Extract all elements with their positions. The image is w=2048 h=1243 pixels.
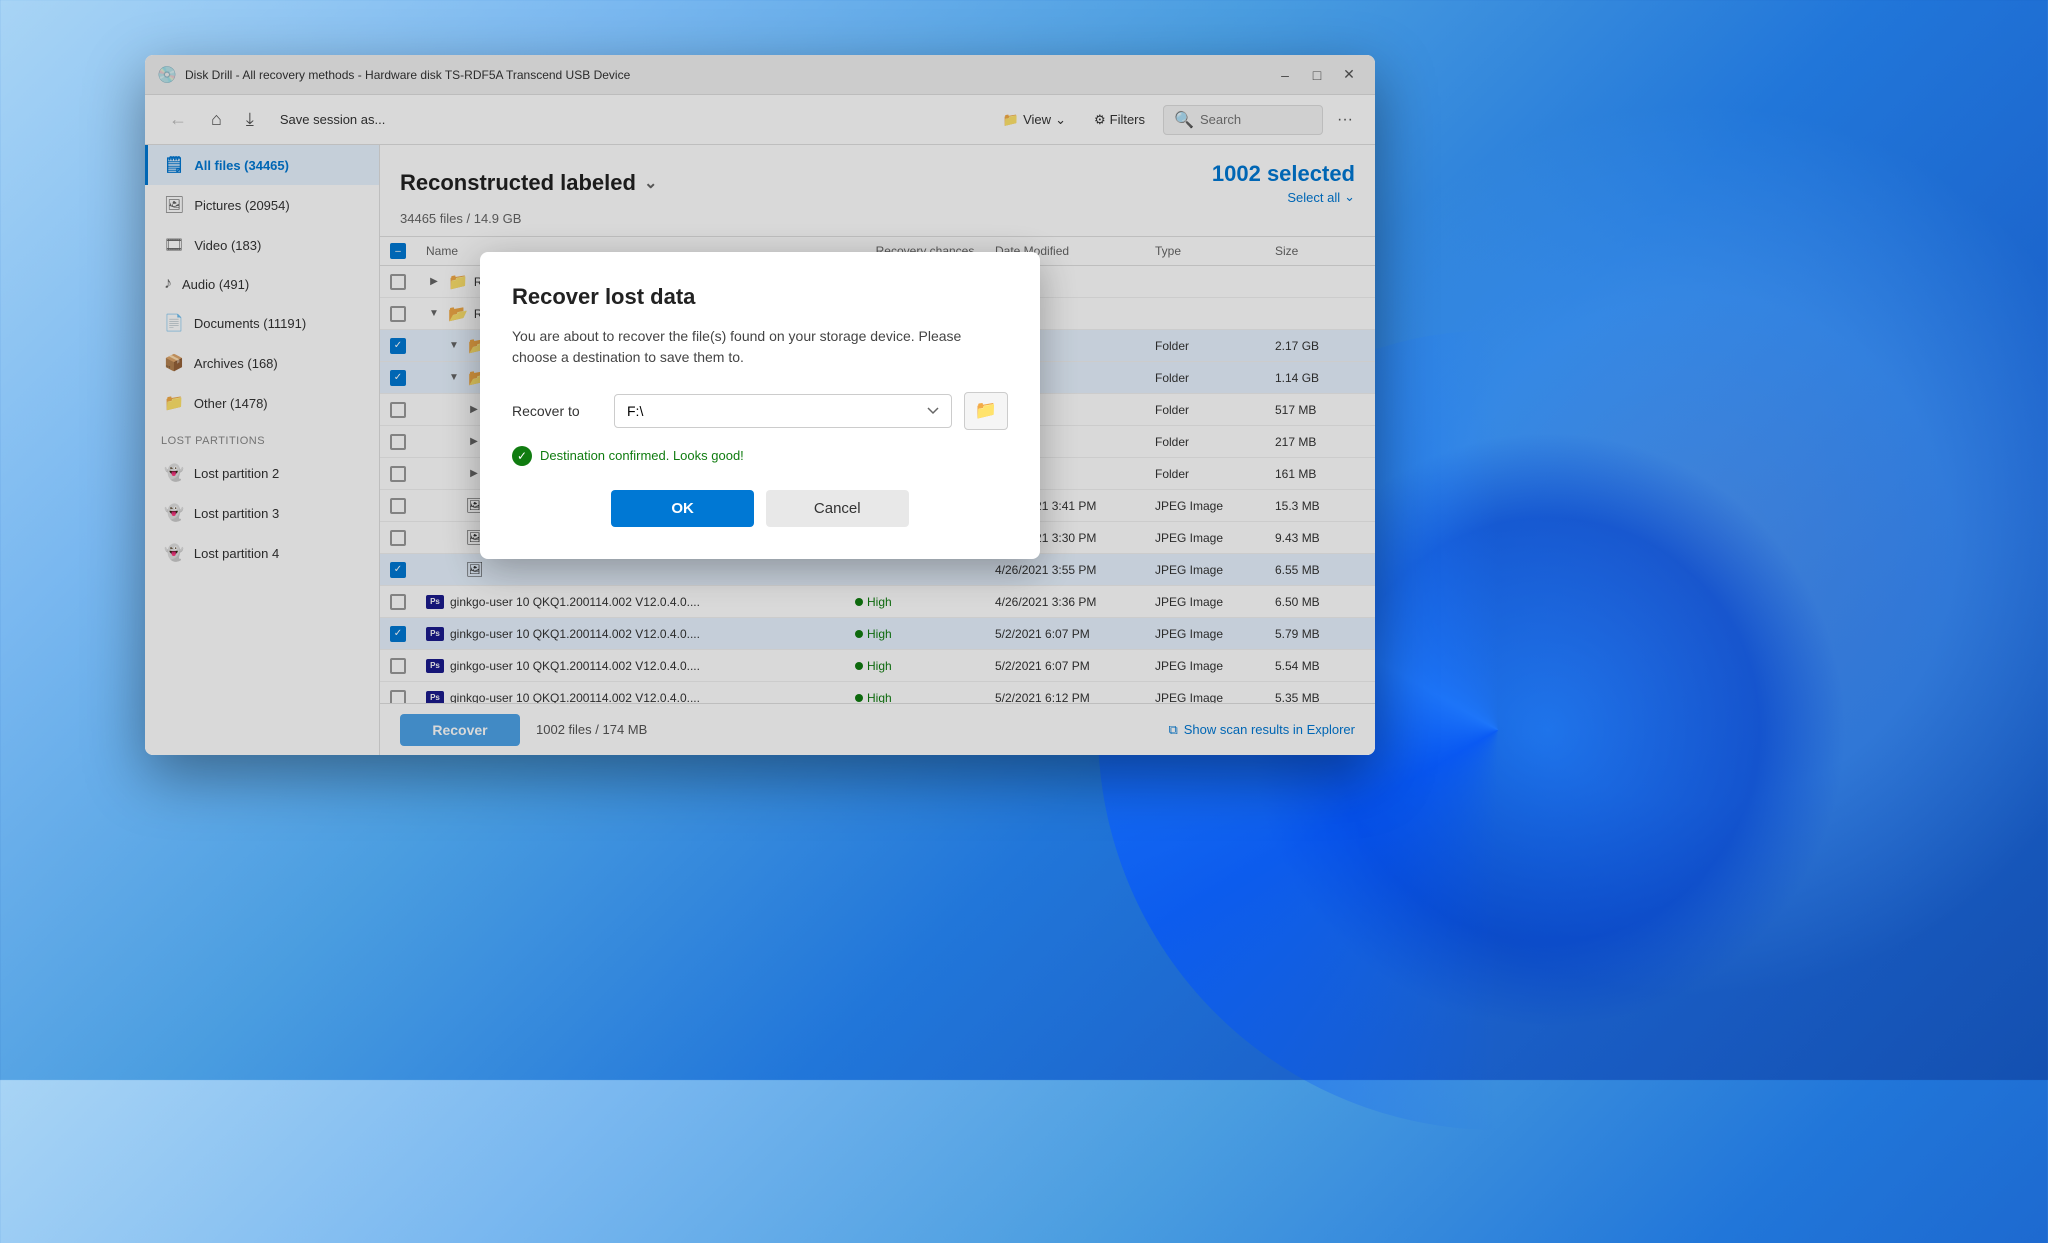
- browse-folder-button[interactable]: 📁: [964, 392, 1008, 430]
- recover-lost-data-modal: Recover lost data You are about to recov…: [480, 252, 1040, 559]
- folder-browse-icon: 📁: [975, 400, 997, 421]
- modal-cancel-button[interactable]: Cancel: [766, 490, 909, 527]
- recover-to-select[interactable]: F:\ C:\ D:\ E:\: [614, 394, 952, 428]
- confirmed-text: Destination confirmed. Looks good!: [540, 448, 744, 463]
- modal-ok-button[interactable]: OK: [611, 490, 754, 527]
- destination-confirmed: ✓ Destination confirmed. Looks good!: [512, 446, 1008, 466]
- recover-to-row: Recover to F:\ C:\ D:\ E:\ 📁: [512, 392, 1008, 430]
- modal-title: Recover lost data: [512, 284, 1008, 310]
- main-window: 💿 Disk Drill - All recovery methods - Ha…: [145, 55, 1375, 755]
- modal-buttons: OK Cancel: [512, 490, 1008, 527]
- modal-description: You are about to recover the file(s) fou…: [512, 326, 1008, 368]
- check-circle-icon: ✓: [512, 446, 532, 466]
- modal-overlay: Recover lost data You are about to recov…: [145, 55, 1375, 755]
- recover-to-label: Recover to: [512, 403, 602, 419]
